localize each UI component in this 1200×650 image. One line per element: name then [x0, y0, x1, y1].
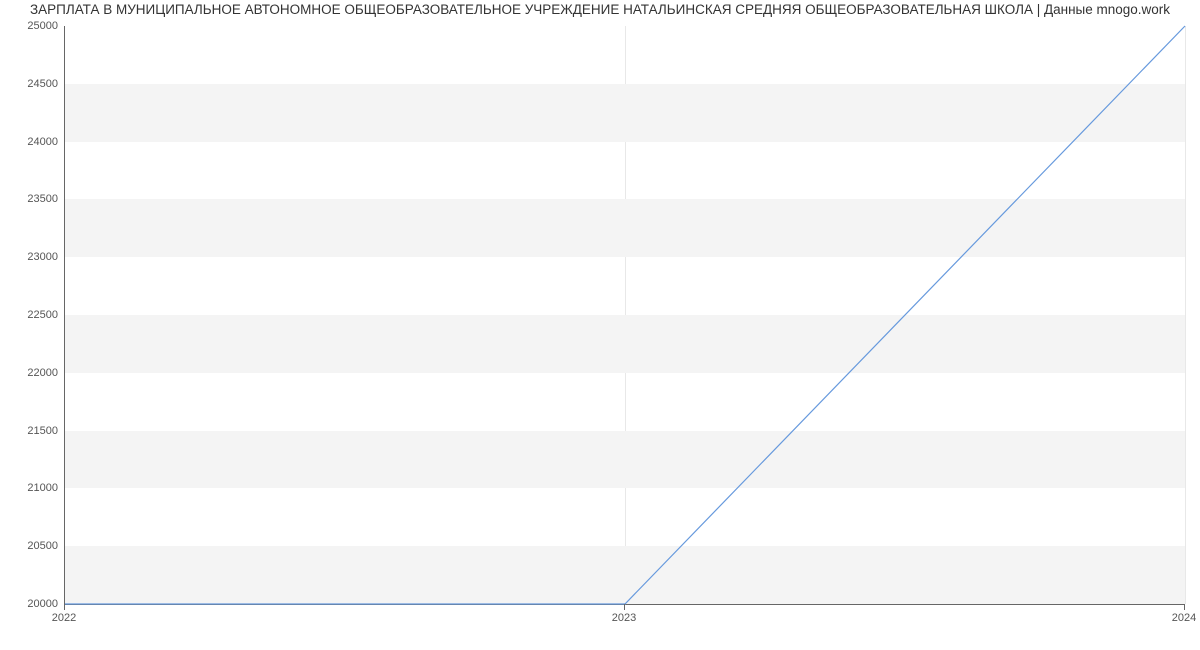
x-tick-label: 2023 [612, 612, 636, 624]
y-tick-label: 20500 [8, 540, 58, 552]
y-tick-label: 22500 [8, 309, 58, 321]
y-tick-label: 21500 [8, 425, 58, 437]
y-tick-label: 23000 [8, 251, 58, 263]
y-tick-label: 24000 [8, 136, 58, 148]
y-tick-label: 21000 [8, 482, 58, 494]
y-tick-label: 23500 [8, 193, 58, 205]
chart-container: ЗАРПЛАТА В МУНИЦИПАЛЬНОЕ АВТОНОМНОЕ ОБЩЕ… [0, 0, 1200, 650]
x-tick-label: 2022 [52, 612, 76, 624]
y-tick-label: 22000 [8, 367, 58, 379]
y-tick-label: 25000 [8, 20, 58, 32]
x-tick-label: 2024 [1172, 612, 1196, 624]
x-grid-line [1185, 26, 1186, 604]
x-tick [64, 604, 65, 610]
x-tick [1184, 604, 1185, 610]
plot-area [64, 26, 1185, 605]
chart-title: ЗАРПЛАТА В МУНИЦИПАЛЬНОЕ АВТОНОМНОЕ ОБЩЕ… [0, 2, 1200, 17]
x-tick [624, 604, 625, 610]
series-line [65, 26, 1185, 604]
y-tick-label: 20000 [8, 598, 58, 610]
line-series [65, 26, 1185, 604]
y-tick-label: 24500 [8, 78, 58, 90]
